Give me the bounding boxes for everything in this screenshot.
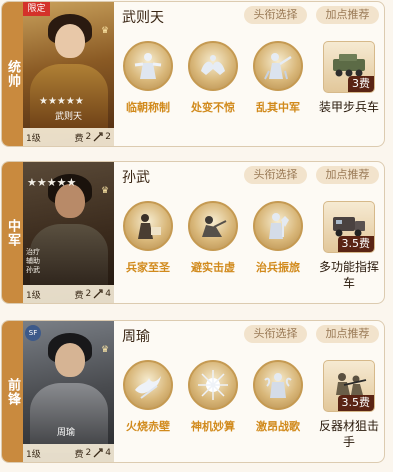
skill-slot-2[interactable]: 处变不惊 bbox=[183, 41, 243, 115]
recommend-points-button[interactable]: 加点推荐 bbox=[316, 325, 379, 343]
item-name: 多功能指挥车 bbox=[318, 260, 379, 290]
spear-icon bbox=[93, 289, 103, 299]
sage-writing-icon bbox=[123, 201, 173, 251]
skill-name: 治兵振旅 bbox=[256, 261, 300, 274]
seal-icon: ♛ bbox=[101, 345, 110, 355]
hero-portrait[interactable]: SF ♛ 周瑜 1级 费 2 4 bbox=[23, 321, 114, 462]
portrait-caption: 武则天 bbox=[54, 112, 82, 122]
equipment-slot[interactable]: 3费 装甲步兵车 bbox=[314, 41, 384, 115]
role-strip: 中军 bbox=[2, 162, 23, 303]
portrait-footer: 1级 费 2 4 bbox=[23, 285, 114, 303]
item-cost: 3费 bbox=[348, 76, 374, 92]
recommend-points-button[interactable]: 加点推荐 bbox=[316, 166, 379, 184]
role-label: 中军 bbox=[5, 218, 20, 247]
hands-open-icon bbox=[188, 41, 238, 91]
item-tile: 3.5费 bbox=[323, 360, 375, 412]
portrait-face bbox=[55, 184, 85, 218]
tag-support: 辅助 bbox=[26, 257, 40, 265]
item-name: 反器材狙击手 bbox=[318, 419, 379, 449]
role-strip: 统帅 bbox=[2, 2, 23, 146]
star-rating: ★★★★★ bbox=[27, 176, 76, 189]
equipment-slot[interactable]: 3.5费 多功能指挥车 bbox=[314, 201, 384, 291]
light-burst-icon bbox=[188, 360, 238, 410]
recommend-points-button[interactable]: 加点推荐 bbox=[316, 6, 379, 24]
item-tile: 3.5费 bbox=[323, 201, 375, 253]
skill-name: 临朝称制 bbox=[126, 101, 170, 114]
skill-slot-2[interactable]: 神机妙算 bbox=[183, 360, 243, 434]
skill-name: 兵家至圣 bbox=[126, 261, 170, 274]
hero-name: 周瑜 bbox=[122, 329, 150, 345]
portrait-armor bbox=[30, 383, 108, 453]
item-cost: 3.5费 bbox=[337, 395, 374, 411]
hero-level: 1级 bbox=[26, 133, 41, 144]
portrait-footer: 1级 费 2 2 bbox=[23, 128, 114, 146]
seal-icon: ♛ bbox=[101, 26, 110, 36]
hero-name: 武则天 bbox=[122, 10, 164, 26]
skill-slot-3[interactable]: 治兵振旅 bbox=[248, 201, 308, 275]
cost-label: 费 bbox=[74, 449, 84, 460]
seal-icon: ♛ bbox=[101, 186, 110, 196]
spear-icon bbox=[93, 448, 103, 458]
role-label: 前锋 bbox=[5, 377, 20, 406]
hero-level: 1级 bbox=[26, 449, 41, 460]
star-rating: ★★★★★ bbox=[39, 96, 84, 107]
skill-slot-2[interactable]: 避实击虚 bbox=[183, 201, 243, 275]
hero-portrait[interactable]: 限定 ♛ ★★★★★ 武则天 1级 费 2 2 bbox=[23, 2, 114, 146]
armored-warrior-icon bbox=[253, 201, 303, 251]
item-name: 装甲步兵车 bbox=[318, 100, 379, 114]
role-label: 统帅 bbox=[5, 60, 20, 88]
cost-label: 费 bbox=[74, 290, 84, 301]
hero-card-1[interactable]: 统帅 限定 ♛ ★★★★★ 武则天 1级 费 2 2 武则天 头衔选择 加点推荐… bbox=[1, 1, 385, 147]
skill-name: 神机妙算 bbox=[191, 420, 235, 433]
cost-value: 2 bbox=[85, 448, 92, 458]
sf-badge: SF bbox=[25, 325, 41, 341]
skill-slot-1[interactable]: 临朝称制 bbox=[118, 41, 178, 115]
hero-card-3[interactable]: 前锋 SF ♛ 周瑜 1级 费 2 4 周瑜 头衔选择 加点推荐 火烧赤壁 神机… bbox=[1, 320, 385, 463]
hero-level: 1级 bbox=[26, 290, 41, 301]
hero-portrait[interactable]: ★★★★★ ♛ 治疗 辅助 孙武 1级 费 2 4 bbox=[23, 162, 114, 303]
war-song-icon bbox=[253, 360, 303, 410]
fire-bird-icon bbox=[123, 360, 173, 410]
skill-slot-1[interactable]: 兵家至圣 bbox=[118, 201, 178, 275]
title-select-button[interactable]: 头衔选择 bbox=[244, 166, 307, 184]
equipment-slot[interactable]: 3.5费 反器材狙击手 bbox=[314, 360, 384, 450]
portrait-face bbox=[55, 24, 85, 58]
general-command-icon bbox=[253, 41, 303, 91]
portrait-caption: 孙武 bbox=[26, 266, 40, 274]
robed-figure-icon bbox=[123, 41, 173, 91]
title-select-button[interactable]: 头衔选择 bbox=[244, 6, 307, 24]
cost-value: 2 bbox=[85, 289, 92, 299]
skill-name: 避实击虚 bbox=[191, 261, 235, 274]
troop-value: 4 bbox=[105, 448, 111, 458]
portrait-caption: 周瑜 bbox=[57, 428, 76, 438]
hero-tags: 治疗 辅助 孙武 bbox=[26, 248, 40, 275]
troop-value: 4 bbox=[105, 289, 111, 299]
portrait-footer: 1级 费 2 4 bbox=[23, 444, 114, 462]
hero-name: 孙武 bbox=[122, 170, 150, 186]
role-strip: 前锋 bbox=[2, 321, 23, 462]
skill-name: 火烧赤壁 bbox=[126, 420, 170, 433]
skill-name: 乱其中军 bbox=[256, 101, 300, 114]
tag-heal: 治疗 bbox=[26, 248, 40, 256]
item-cost: 3.5费 bbox=[337, 236, 374, 252]
skill-name: 处变不惊 bbox=[191, 101, 235, 114]
cost-label: 费 bbox=[74, 133, 84, 144]
portrait-armor bbox=[30, 224, 108, 294]
skill-slot-1[interactable]: 火烧赤壁 bbox=[118, 360, 178, 434]
item-tile: 3费 bbox=[323, 41, 375, 93]
hero-card-2[interactable]: 中军 ★★★★★ ♛ 治疗 辅助 孙武 1级 费 2 4 孙武 头衔选择 加点推… bbox=[1, 161, 385, 304]
crouching-soldier-icon bbox=[188, 201, 238, 251]
skill-name: 激昂战歌 bbox=[256, 420, 300, 433]
portrait-face bbox=[55, 343, 85, 377]
spear-icon bbox=[93, 132, 103, 142]
title-select-button[interactable]: 头衔选择 bbox=[244, 325, 307, 343]
cost-value: 2 bbox=[85, 132, 92, 142]
troop-value: 2 bbox=[105, 132, 111, 142]
skill-slot-3[interactable]: 激昂战歌 bbox=[248, 360, 308, 434]
skill-slot-3[interactable]: 乱其中军 bbox=[248, 41, 308, 115]
limited-badge: 限定 bbox=[23, 2, 50, 16]
